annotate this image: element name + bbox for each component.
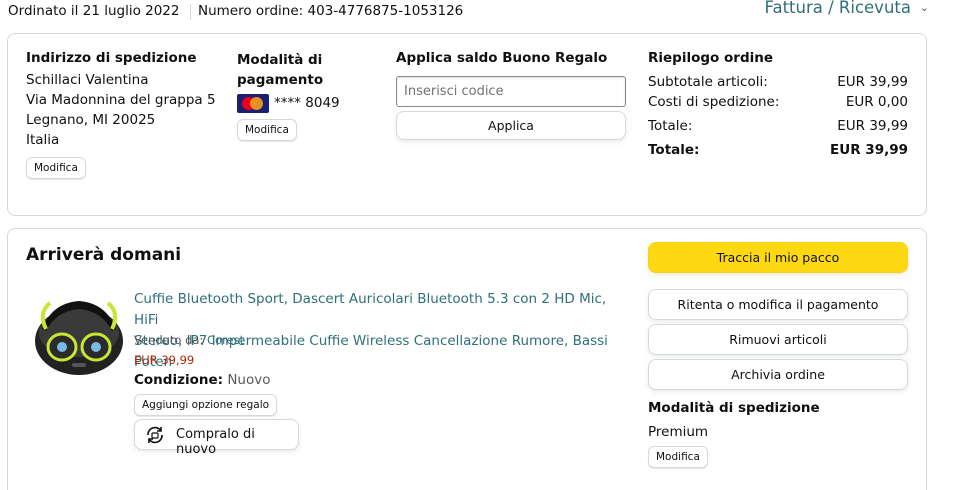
- invoice-link[interactable]: Fattura / Ricevuta: [764, 0, 911, 17]
- shipping-address-title: Indirizzo di spedizione: [26, 50, 197, 66]
- gift-card-title: Applica saldo Buono Regalo: [396, 50, 608, 66]
- buy-again-button[interactable]: Compralo di nuovo: [134, 419, 299, 457]
- address-country: Italia: [26, 132, 60, 148]
- edit-payment-button[interactable]: Modifica: [237, 119, 297, 141]
- gift-code-input[interactable]: [396, 76, 626, 107]
- shipment-box: Arriverà domani Cuffie Bluetooth Sport, …: [7, 228, 927, 490]
- retry-payment-button[interactable]: Ritenta o modifica il pagamento: [648, 289, 908, 320]
- product-title-link[interactable]: Cuffie Bluetooth Sport, Dascert Auricola…: [134, 289, 629, 373]
- sold-by: Venduto da: Corest: [134, 333, 244, 347]
- summary-row-shipping: Costi di spedizione: EUR 0,00: [648, 94, 908, 110]
- sold-by-label: Venduto da:: [134, 333, 204, 347]
- summary-label: Totale:: [648, 118, 693, 134]
- mastercard-icon: [237, 94, 269, 113]
- earbuds-product-image[interactable]: [32, 289, 126, 385]
- address-name: Schillaci Valentina: [26, 72, 149, 88]
- shipping-mode-title: Modalità di spedizione: [648, 400, 820, 416]
- edit-shipping-mode-button[interactable]: Modifica: [648, 446, 708, 468]
- address-street: Via Madonnina del grappa 5: [26, 92, 216, 108]
- summary-label: Totale:: [648, 142, 700, 158]
- summary-value: EUR 39,99: [837, 118, 908, 134]
- delivery-status-title: Arriverà domani: [26, 245, 182, 265]
- summary-value: EUR 39,99: [830, 142, 908, 158]
- track-package-button[interactable]: Traccia il mio pacco: [648, 242, 908, 273]
- summary-row-subtotal: Subtotale articoli: EUR 39,99: [648, 74, 908, 90]
- summary-value: EUR 0,00: [845, 94, 908, 110]
- order-header: Ordinato il 21 luglio 2022 Numero ordine…: [8, 0, 945, 22]
- card-digits: **** 8049: [274, 95, 340, 111]
- gift-card-section: Applica saldo Buono Regalo Applica: [396, 50, 628, 140]
- add-gift-option-button[interactable]: Aggiungi opzione regalo: [134, 394, 278, 416]
- summary-title: Riepilogo ordine: [648, 50, 774, 66]
- order-number: Numero ordine: 403-4776875-1053126: [198, 3, 464, 19]
- condition-label: Condizione:: [134, 372, 224, 388]
- apply-gift-button[interactable]: Applica: [396, 111, 626, 140]
- shipping-mode-value: Premium: [648, 424, 709, 440]
- product-title-line-1: Cuffie Bluetooth Sport, Dascert Auricola…: [134, 291, 607, 328]
- summary-row-total: Totale: EUR 39,99: [648, 118, 908, 134]
- rebuy-icon: [147, 426, 163, 444]
- product-condition: Condizione: Nuovo: [134, 372, 270, 388]
- payment-section: Modalità di pagamento **** 8049 Modifica: [237, 50, 377, 141]
- condition-value: Nuovo: [227, 372, 271, 388]
- product-price: EUR 39,99: [134, 353, 195, 367]
- shipping-address-section: Indirizzo di spedizione Schillaci Valent…: [26, 50, 216, 179]
- order-date: Ordinato il 21 luglio 2022: [8, 3, 180, 19]
- remove-items-button[interactable]: Rimuovi articoli: [648, 324, 908, 355]
- summary-value: EUR 39,99: [837, 74, 908, 90]
- edit-address-button[interactable]: Modifica: [26, 157, 86, 179]
- payment-title-2: pagamento: [237, 72, 324, 88]
- summary-row-grand-total: Totale: EUR 39,99: [648, 142, 908, 158]
- order-summary-section: Riepilogo ordine Subtotale articoli: EUR…: [648, 50, 910, 158]
- buy-again-label: Compralo di nuovo: [176, 427, 255, 457]
- address-city: Legnano, MI 20025: [26, 112, 156, 128]
- order-details-box: Indirizzo di spedizione Schillaci Valent…: [7, 33, 927, 216]
- summary-label: Costi di spedizione:: [648, 94, 780, 110]
- payment-title-1: Modalità di: [237, 52, 323, 68]
- seller-link[interactable]: Corest: [207, 333, 244, 347]
- archive-order-button[interactable]: Archivia ordine: [648, 359, 908, 390]
- chevron-down-icon[interactable]: ⌄: [920, 1, 929, 14]
- summary-label: Subtotale articoli:: [648, 74, 768, 90]
- header-divider: [190, 4, 191, 20]
